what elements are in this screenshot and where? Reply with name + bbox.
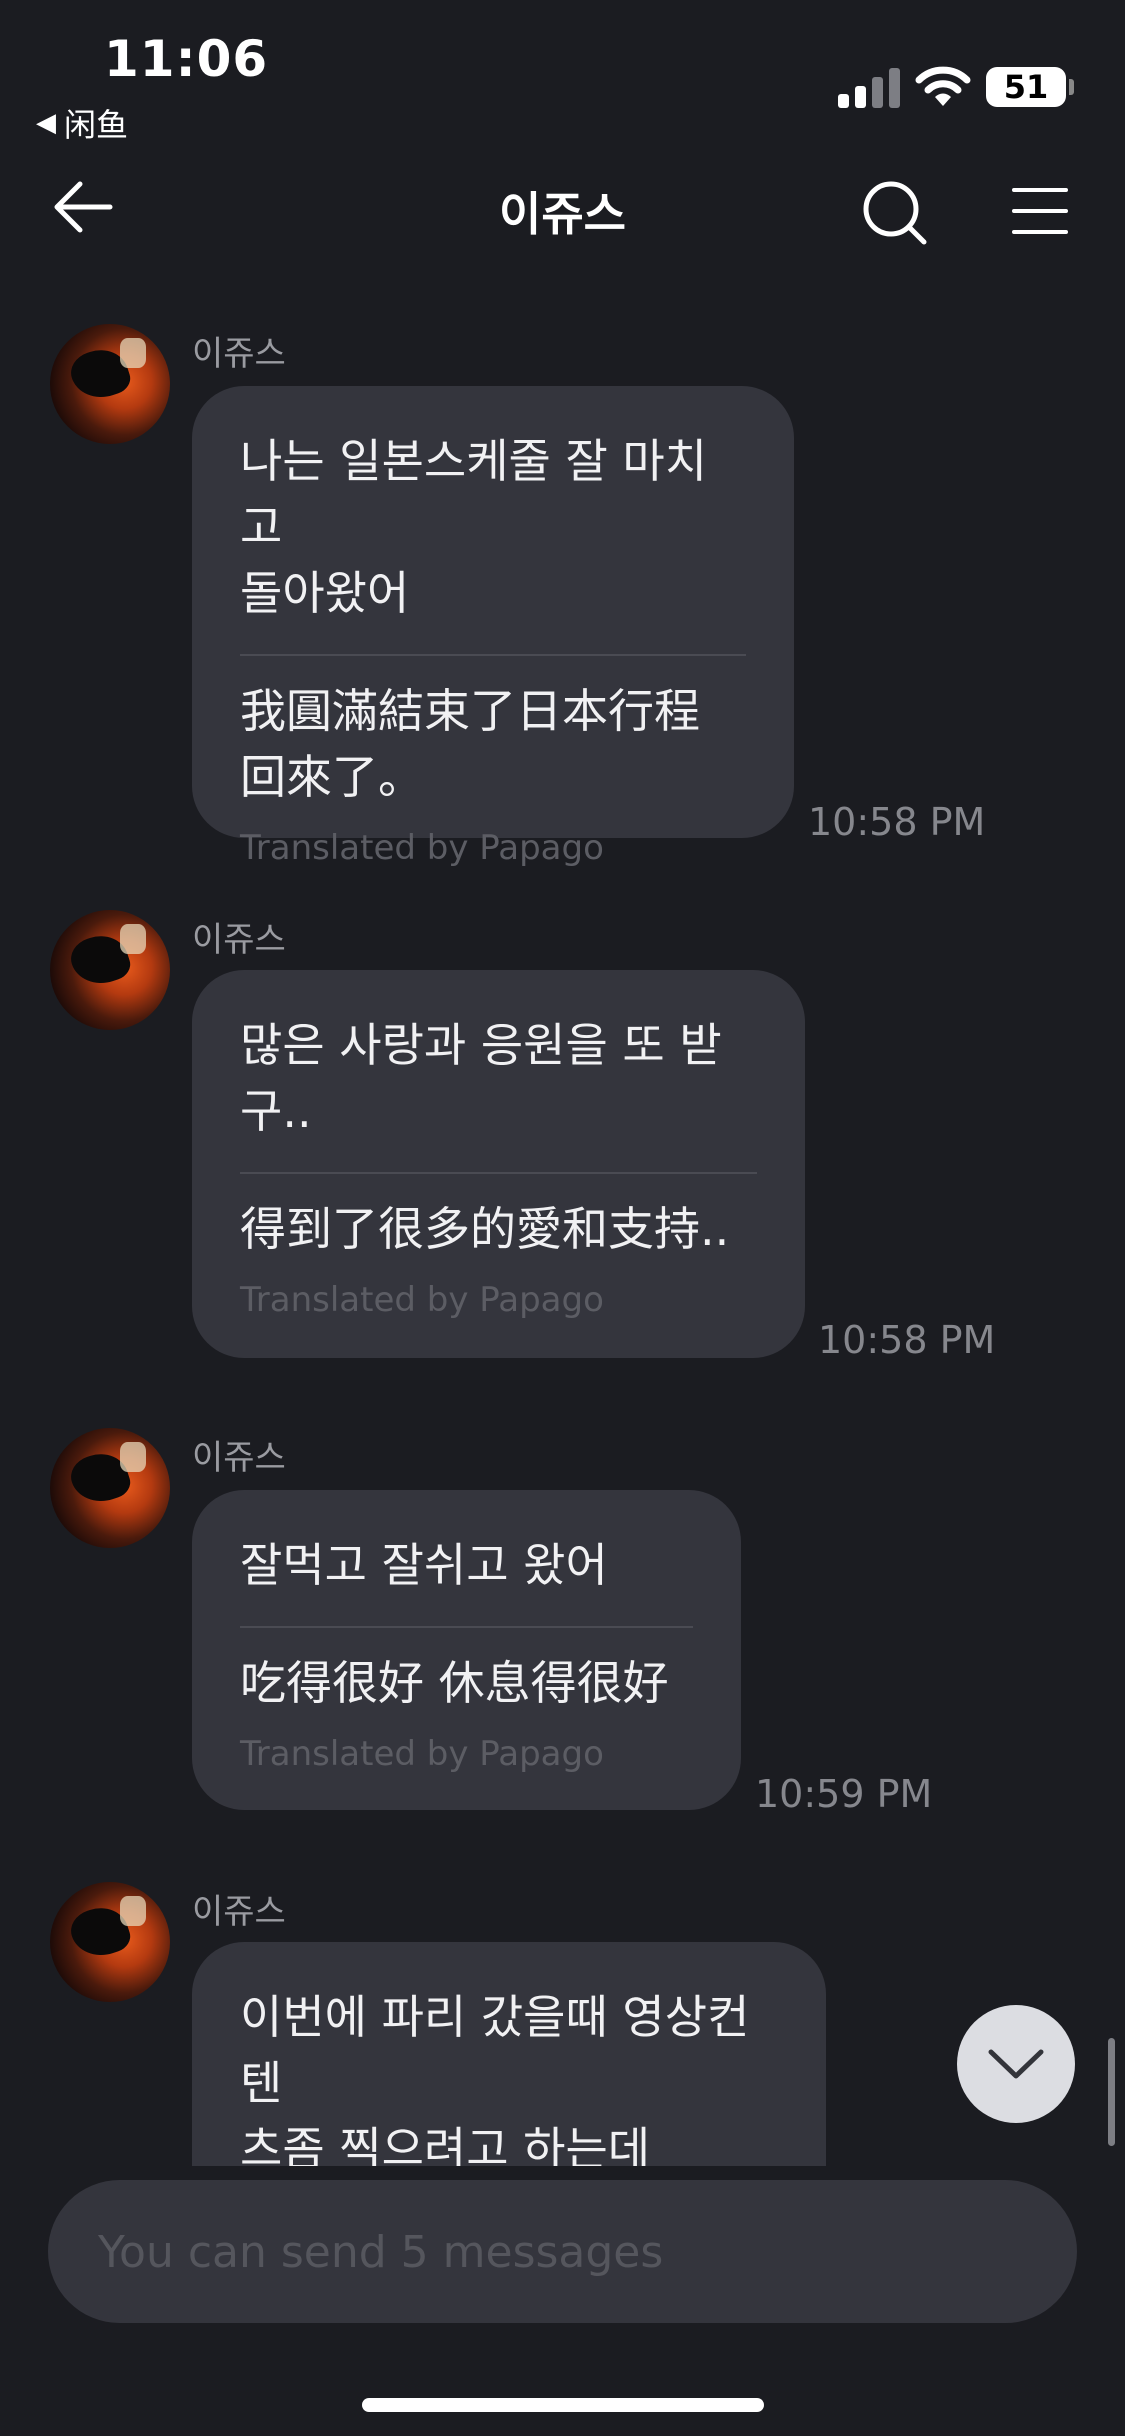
translation-credit: Translated by Papago (240, 828, 604, 868)
message-original-text: 이번에 파리 갔을때 영상컨텐 츠좀 찍으려고 하는데 (240, 1990, 750, 2176)
chat-title: 이쥬스 (499, 187, 626, 241)
back-app-label: 闲鱼 (64, 106, 129, 144)
translation-divider (240, 1626, 693, 1628)
back-to-app-link[interactable]: ◀ 闲鱼 (36, 100, 128, 146)
home-indicator[interactable] (362, 2398, 764, 2412)
sender-avatar[interactable] (50, 1882, 170, 2002)
message-timestamp: 10:59 PM (755, 1772, 933, 1816)
status-time: 11:06 (104, 30, 269, 88)
menu-icon[interactable] (1012, 186, 1068, 236)
translation-divider (240, 654, 746, 656)
translation-credit: Translated by Papago (240, 1734, 604, 1774)
scroll-to-bottom-button[interactable] (957, 2005, 1075, 2123)
search-icon[interactable] (862, 180, 928, 246)
back-triangle-icon: ◀ (36, 108, 56, 138)
sender-avatar[interactable] (50, 1428, 170, 1548)
message-timestamp: 10:58 PM (808, 800, 986, 844)
message-bubble[interactable]: 많은 사랑과 응원을 또 받 구.. 得到了很多的愛和支持.. Translat… (192, 970, 805, 1358)
translation-divider (240, 1172, 757, 1174)
sender-name: 이쥬스 (192, 1438, 286, 1478)
sender-avatar[interactable] (50, 324, 170, 444)
message-bubble[interactable]: 잘먹고 잘쉬고 왔어 吃得很好 休息得很好 Translated by Papa… (192, 1490, 741, 1810)
sender-name: 이쥬스 (192, 334, 286, 374)
message-input-container[interactable] (48, 2180, 1077, 2325)
message-bubble[interactable]: 나는 일본스케줄 잘 마치고 돌아왔어 我圓滿結束了日本行程 回來了。 Tran… (192, 386, 794, 868)
sender-name: 이쥬스 (192, 920, 286, 960)
message-original-text: 많은 사랑과 응원을 또 받 구.. (240, 1018, 722, 1138)
message-timestamp: 10:58 PM (818, 1318, 996, 1362)
chevron-down-icon (988, 2049, 1044, 2079)
scrollbar[interactable] (1108, 2038, 1115, 2146)
message-translated-text: 吃得很好 休息得很好 (240, 1656, 669, 1710)
translation-credit: Translated by Papago (240, 1280, 604, 1320)
message-translated-text: 我圓滿結束了日本行程 回來了。 (240, 684, 700, 804)
message-original-text: 나는 일본스케줄 잘 마치고 돌아왔어 (240, 434, 708, 620)
battery-icon: 51 (986, 67, 1066, 107)
message-input[interactable] (96, 2180, 1040, 2325)
message-translated-text: 得到了很多的愛和支持.. (240, 1202, 730, 1256)
message-original-text: 잘먹고 잘쉬고 왔어 (240, 1538, 608, 1592)
sender-avatar[interactable] (50, 910, 170, 1030)
battery-tip (1069, 79, 1074, 95)
signal-icon (838, 66, 900, 108)
wifi-icon (915, 66, 971, 106)
sender-name: 이쥬스 (192, 1892, 286, 1932)
